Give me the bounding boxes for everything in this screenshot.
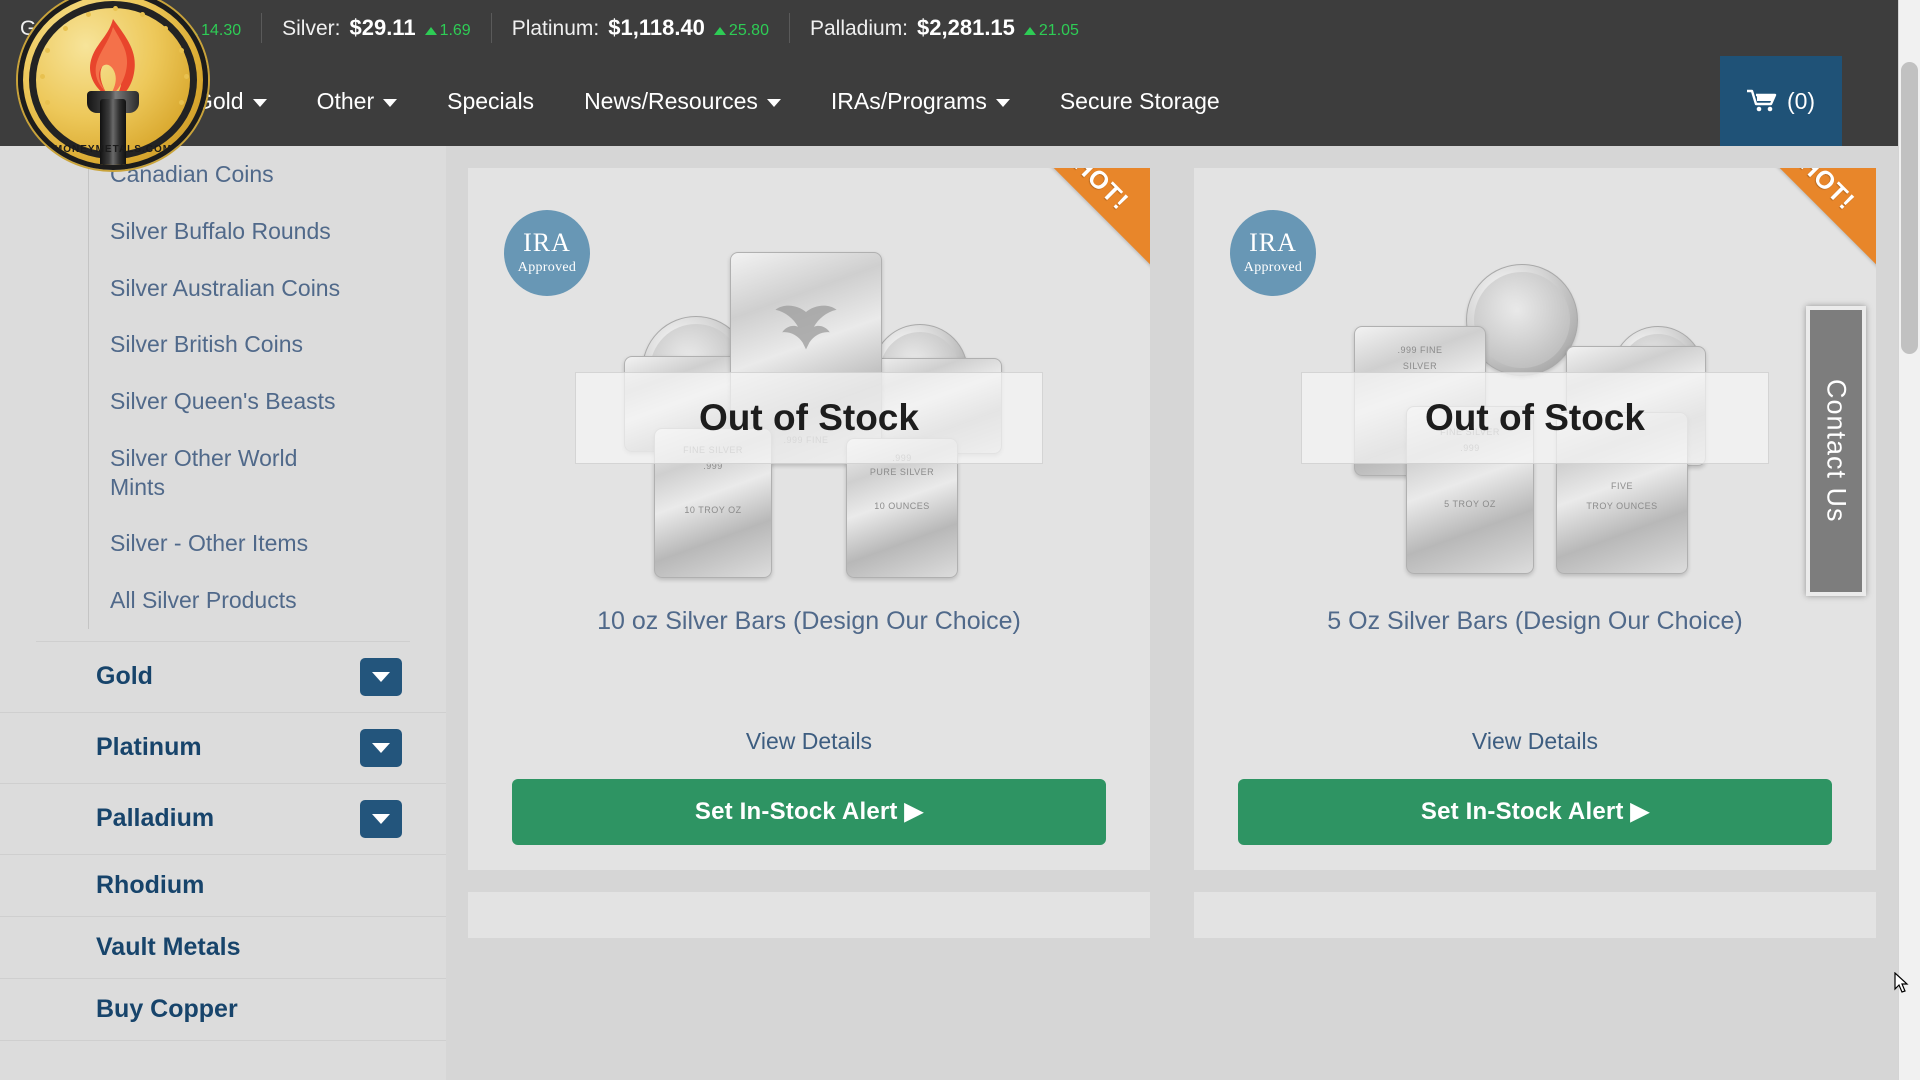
torch-handle [100, 99, 126, 170]
nav-item-iras-programs[interactable]: IRAs/Programs [806, 56, 1035, 146]
sidebar-item-silver-british-coins[interactable]: Silver British Coins [88, 316, 446, 373]
up-triangle-icon [714, 27, 726, 35]
nav-item-label: Secure Storage [1060, 88, 1220, 115]
nav-item-label: Other [317, 88, 375, 115]
product-grid-area: Set In-Stock Alert ▶ Set In-Stock Alert … [446, 146, 1898, 1080]
ira-approved-badge: IRA Approved [504, 210, 590, 296]
sidebar-category-vault-metals[interactable]: Vault Metals [0, 917, 446, 979]
product-image: .999 FINE SILVER FINE SILVER .999 5 TROY… [1238, 176, 1832, 576]
ticker-change: 1.69 [425, 16, 471, 46]
view-details-link[interactable]: View Details [512, 728, 1106, 755]
ira-approved-badge: IRA Approved [1230, 210, 1316, 296]
product-card-10oz-silver-bars[interactable]: HOT! IRA Approved [468, 168, 1150, 870]
ticker-price: $2,281.15 [917, 13, 1015, 43]
chevron-down-icon [253, 99, 267, 107]
sidebar-item-silver-queens-beasts[interactable]: Silver Queen's Beasts [88, 373, 446, 430]
moneymetals-logo[interactable]: MONEYMETALS.COM [18, 0, 208, 170]
ira-badge-subtitle: Approved [1244, 260, 1302, 276]
nav-item-specials[interactable]: Specials [422, 56, 559, 146]
ticker-metal-label: Palladium: [810, 14, 908, 44]
ira-badge-title: IRA [523, 230, 571, 256]
scrollbar-thumb[interactable] [1901, 62, 1918, 354]
out-of-stock-label: Out of Stock [1425, 397, 1645, 439]
sidebar-category-label: Rhodium [96, 871, 204, 900]
nav-item-label: IRAs/Programs [831, 88, 987, 115]
up-triangle-icon [425, 27, 437, 35]
main-navigation-bar: Gold Other Specials News/Resources IRAs/… [0, 56, 1898, 146]
nav-item-other[interactable]: Other [292, 56, 423, 146]
product-card-5oz-silver-bars[interactable]: HOT! IRA Approved .999 FINE SILVER [1194, 168, 1876, 870]
sidebar-item-all-silver-products[interactable]: All Silver Products [88, 572, 446, 629]
nav-item-label: Specials [447, 88, 534, 115]
product-grid: Set In-Stock Alert ▶ Set In-Stock Alert … [446, 146, 1898, 938]
sidebar-category-label: Buy Copper [96, 995, 238, 1024]
product-card-partial-bottom-left [468, 892, 1150, 938]
shopping-cart-icon [1747, 89, 1777, 113]
chevron-down-icon [996, 99, 1010, 107]
ticker-item-platinum[interactable]: Platinum: $1,118.40 25.80 [492, 13, 790, 43]
contact-us-tab[interactable]: Contact Us [1806, 306, 1866, 596]
sidebar-category-rhodium[interactable]: Rhodium [0, 855, 446, 917]
sidebar-item-silver-buffalo-rounds[interactable]: Silver Buffalo Rounds [88, 203, 446, 260]
category-sidebar: Canadian Coins Silver Buffalo Rounds Sil… [0, 146, 446, 1080]
ticker-metal-label: Silver: [282, 14, 340, 44]
expand-toggle-button[interactable] [360, 800, 402, 838]
sidebar-category-palladium[interactable]: Palladium [0, 784, 446, 855]
ticker-item-silver[interactable]: Silver: $29.11 1.69 [262, 13, 492, 43]
out-of-stock-overlay: Out of Stock [575, 372, 1043, 464]
mouse-cursor [1894, 972, 1910, 994]
chevron-down-icon [767, 99, 781, 107]
chevron-down-icon [383, 99, 397, 107]
logo-wordmark: MONEYMETALS.COM [23, 144, 203, 155]
product-card-slot: HOT! IRA Approved .999 FINE SILVER [1172, 146, 1898, 870]
sidebar-item-silver-other-world-mints[interactable]: Silver Other World Mints [88, 430, 318, 516]
contact-us-label: Contact Us [1821, 379, 1852, 523]
product-title-link[interactable]: 5 Oz Silver Bars (Design Our Choice) [1238, 606, 1832, 636]
expand-toggle-button[interactable] [360, 658, 402, 696]
ira-badge-title: IRA [1249, 230, 1297, 256]
sidebar-category-platinum[interactable]: Platinum [0, 713, 446, 784]
silver-subcategory-list: Canadian Coins Silver Buffalo Rounds Sil… [88, 146, 446, 629]
shopping-cart-button[interactable]: (0) [1720, 56, 1842, 146]
view-details-link[interactable]: View Details [1238, 728, 1832, 755]
sidebar-item-silver-australian-coins[interactable]: Silver Australian Coins [88, 260, 446, 317]
sidebar-category-label: Gold [96, 662, 153, 691]
sidebar-category-label: Platinum [96, 733, 202, 762]
chevron-down-icon [372, 743, 390, 753]
sidebar-category-label: Vault Metals [96, 933, 241, 962]
nav-item-label: News/Resources [584, 88, 758, 115]
product-card-slot [446, 870, 1172, 938]
up-triangle-icon [1024, 27, 1036, 35]
ticker-price: $29.11 [349, 13, 415, 43]
ticker-change: 21.05 [1024, 16, 1079, 46]
product-title-link[interactable]: 10 oz Silver Bars (Design Our Choice) [512, 606, 1106, 636]
nav-item-secure-storage[interactable]: Secure Storage [1035, 56, 1245, 146]
sidebar-category-gold[interactable]: Gold [0, 642, 446, 713]
set-in-stock-alert-button[interactable]: Set In-Stock Alert ▶ [1238, 779, 1832, 845]
out-of-stock-overlay: Out of Stock [1301, 372, 1769, 464]
metals-price-ticker: Gold: $2,414.30 14.30 Silver: $29.11 1.6… [0, 0, 1898, 56]
chevron-down-icon [372, 814, 390, 824]
product-image: .999 FINE FINE SILVER .999 10 TROY OZ .9… [512, 176, 1106, 576]
nav-item-news-resources[interactable]: News/Resources [559, 56, 806, 146]
ira-badge-subtitle: Approved [518, 260, 576, 276]
ticker-price: $1,118.40 [608, 13, 705, 43]
ticker-metal-label: Platinum: [512, 14, 600, 44]
vertical-scrollbar[interactable] [1898, 0, 1920, 1080]
chevron-down-icon [372, 672, 390, 682]
cart-count: (0) [1787, 88, 1815, 115]
sidebar-category-buy-copper[interactable]: Buy Copper [0, 979, 446, 1041]
expand-toggle-button[interactable] [360, 729, 402, 767]
product-card-slot [1172, 870, 1898, 938]
set-in-stock-alert-button[interactable]: Set In-Stock Alert ▶ [512, 779, 1106, 845]
out-of-stock-label: Out of Stock [699, 397, 919, 439]
browser-page: Gold: $2,414.30 14.30 Silver: $29.11 1.6… [0, 0, 1920, 1080]
ticker-item-palladium[interactable]: Palladium: $2,281.15 21.05 [790, 13, 1099, 43]
sidebar-item-silver-other-items[interactable]: Silver - Other Items [88, 515, 446, 572]
ticker-change: 25.80 [714, 16, 769, 46]
product-card-partial-bottom-right [1194, 892, 1876, 938]
product-card-slot: HOT! IRA Approved [446, 146, 1172, 870]
sidebar-category-label: Palladium [96, 804, 214, 833]
